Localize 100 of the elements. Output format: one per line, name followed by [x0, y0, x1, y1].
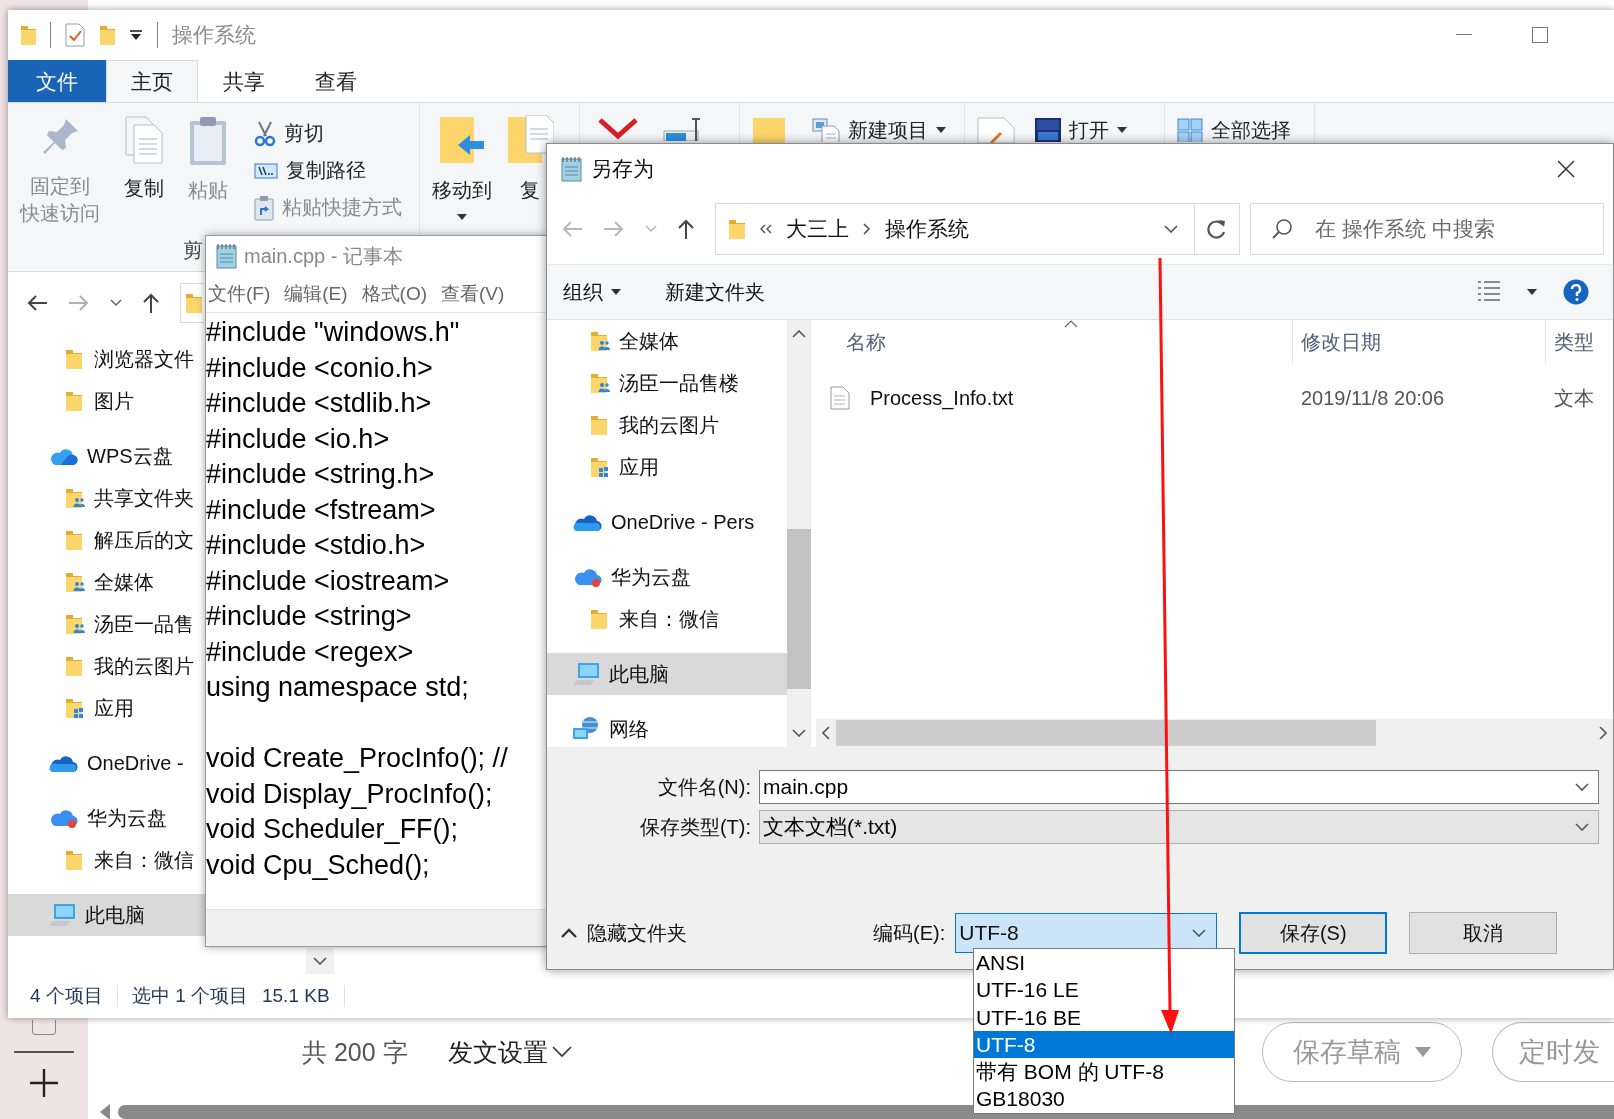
apps-folder-icon	[65, 697, 85, 719]
network-icon	[572, 716, 600, 742]
minimize-icon[interactable]	[1456, 34, 1472, 36]
file-type-dropdown[interactable]: 文本文档(*.txt)	[759, 810, 1599, 844]
refresh-button[interactable]	[1194, 203, 1240, 255]
folder-icon	[590, 608, 610, 630]
nav-item[interactable]: 我的云图片	[547, 404, 787, 446]
nav-item[interactable]: 汤臣一品售	[8, 603, 205, 645]
scroll-down-button[interactable]	[306, 948, 334, 974]
nav-item[interactable]: 应用	[8, 687, 205, 729]
dropdown-option[interactable]: UTF-16 BE	[974, 1003, 1234, 1031]
ribbon-tab[interactable]: 主页	[106, 60, 198, 102]
scroll-up-icon[interactable]	[792, 330, 806, 338]
overflow-icon	[760, 224, 772, 234]
maximize-icon[interactable]	[1532, 27, 1548, 43]
dropdown-option[interactable]: UTF-16 LE	[974, 976, 1234, 1004]
toolbar-button[interactable]: 组织	[563, 278, 621, 306]
breadcrumb-item[interactable]: 操作系统	[885, 215, 969, 243]
back-icon[interactable]	[26, 294, 48, 312]
scroll-down-icon[interactable]	[792, 729, 806, 737]
ribbon-button[interactable]: 移动到	[432, 115, 492, 220]
view-options-icon[interactable]	[1477, 280, 1501, 304]
status-text: 4 个项目	[30, 984, 103, 1008]
column-header[interactable]: 类型	[1546, 320, 1594, 364]
nav-item[interactable]: 来自：微信	[547, 598, 787, 640]
computer-icon	[572, 662, 600, 686]
toolbar-button[interactable]: 新建文件夹	[665, 278, 765, 306]
nav-item[interactable]: 此电脑	[8, 894, 205, 936]
nav-item[interactable]: 我的云图片	[8, 645, 205, 687]
ribbon-tab[interactable]: 查看	[290, 60, 382, 102]
scroll-left-icon[interactable]	[822, 726, 830, 740]
shared-folder-icon	[590, 330, 610, 352]
save-button[interactable]: 保存(S)	[1239, 912, 1388, 954]
ribbon-button[interactable]: 打开	[1035, 117, 1127, 143]
nav-item[interactable]: 华为云盘	[8, 797, 205, 839]
nav-item[interactable]: 汤臣一品售楼	[547, 362, 787, 404]
nav-item[interactable]: 此电脑	[547, 653, 787, 695]
nav-item[interactable]: 全媒体	[8, 561, 205, 603]
address-bar[interactable]: 大三上 操作系统	[715, 203, 1195, 255]
plus-icon[interactable]	[30, 1069, 58, 1097]
delete-icon	[598, 117, 638, 139]
chevron-down-icon	[551, 1046, 572, 1058]
up-icon[interactable]	[677, 218, 695, 240]
chevron-down-icon	[1192, 929, 1207, 937]
cancel-button[interactable]: 取消	[1409, 912, 1558, 954]
ribbon-tab[interactable]: 文件	[8, 60, 106, 102]
nav-item[interactable]: 共享文件夹	[8, 477, 205, 519]
nav-item[interactable]: WPS云盘	[8, 435, 205, 477]
ribbon-button[interactable]: 复制路径	[254, 152, 402, 189]
search-field[interactable]: 在 操作系统 中搜索	[1250, 203, 1604, 255]
scissors-icon	[254, 120, 276, 147]
file-name-field[interactable]: main.cpp	[759, 770, 1599, 804]
window-title: 操作系统	[172, 22, 256, 48]
menu-item[interactable]: 文件(F)	[208, 281, 271, 307]
nav-item[interactable]: 解压后的文	[8, 519, 205, 561]
settings-button[interactable]: 发文设置	[447, 1035, 572, 1069]
nav-item[interactable]: 华为云盘	[547, 556, 787, 598]
nav-item[interactable]: OneDrive - Pers	[547, 501, 787, 543]
chevron-down-icon	[1575, 783, 1589, 791]
nav-item[interactable]: 应用	[547, 446, 787, 488]
breadcrumb-item[interactable]: 大三上	[786, 215, 849, 243]
up-icon[interactable]	[142, 292, 160, 314]
dropdown-option[interactable]: UTF-8	[974, 1030, 1234, 1059]
nav-item[interactable]: OneDrive -	[8, 742, 205, 784]
file-date: 2019/11/8 20:06	[1300, 386, 1446, 410]
menu-item[interactable]: 格式(O)	[361, 281, 428, 307]
apps-folder-icon	[590, 456, 610, 478]
nav-item[interactable]: 全媒体	[547, 320, 787, 362]
scrollbar-thumb[interactable]	[787, 528, 811, 689]
ribbon-button[interactable]: 全部选择	[1177, 117, 1291, 143]
encoding-dropdown[interactable]: UTF-8	[955, 913, 1218, 953]
scroll-left-icon[interactable]	[100, 1104, 110, 1119]
ribbon-button[interactable]: 剪切	[254, 115, 402, 152]
chevron-down-icon[interactable]	[110, 299, 122, 307]
help-icon[interactable]	[1563, 279, 1589, 305]
nav-item[interactable]: 浏览器文件	[8, 338, 205, 380]
close-icon[interactable]	[1557, 160, 1575, 178]
scroll-right-icon[interactable]	[1599, 726, 1607, 740]
field-label: 编码(E):	[873, 920, 946, 946]
ribbon-tab[interactable]: 共享	[198, 60, 290, 102]
dropdown-option[interactable]: 带有 BOM 的 UTF-8	[974, 1058, 1234, 1086]
folder-icon	[20, 24, 36, 46]
select-all-icon	[1177, 118, 1203, 142]
column-header[interactable]: 修改日期	[1293, 320, 1546, 364]
ribbon-button[interactable]: 复制	[122, 115, 166, 202]
dropdown-option[interactable]: GB18030	[974, 1085, 1234, 1113]
nav-item[interactable]: 来自：微信	[8, 839, 205, 881]
menu-item[interactable]: 编辑(E)	[284, 281, 348, 307]
column-header[interactable]: 名称	[816, 320, 1293, 364]
nav-item[interactable]: 网络	[547, 708, 787, 747]
app-icon	[1035, 118, 1061, 142]
file-name[interactable]: Process_Info.txt	[862, 386, 1014, 410]
nav-item[interactable]: 图片	[8, 380, 205, 422]
hide-folders-button[interactable]: 隐藏文件夹	[561, 919, 687, 947]
window-icon[interactable]	[32, 1020, 56, 1035]
scrollbar-thumb[interactable]	[836, 720, 1376, 746]
shared-folder-icon	[65, 613, 85, 635]
cloud-icon	[48, 807, 78, 829]
notepad-icon	[214, 243, 238, 269]
menu-item[interactable]: 查看(V)	[441, 281, 505, 307]
